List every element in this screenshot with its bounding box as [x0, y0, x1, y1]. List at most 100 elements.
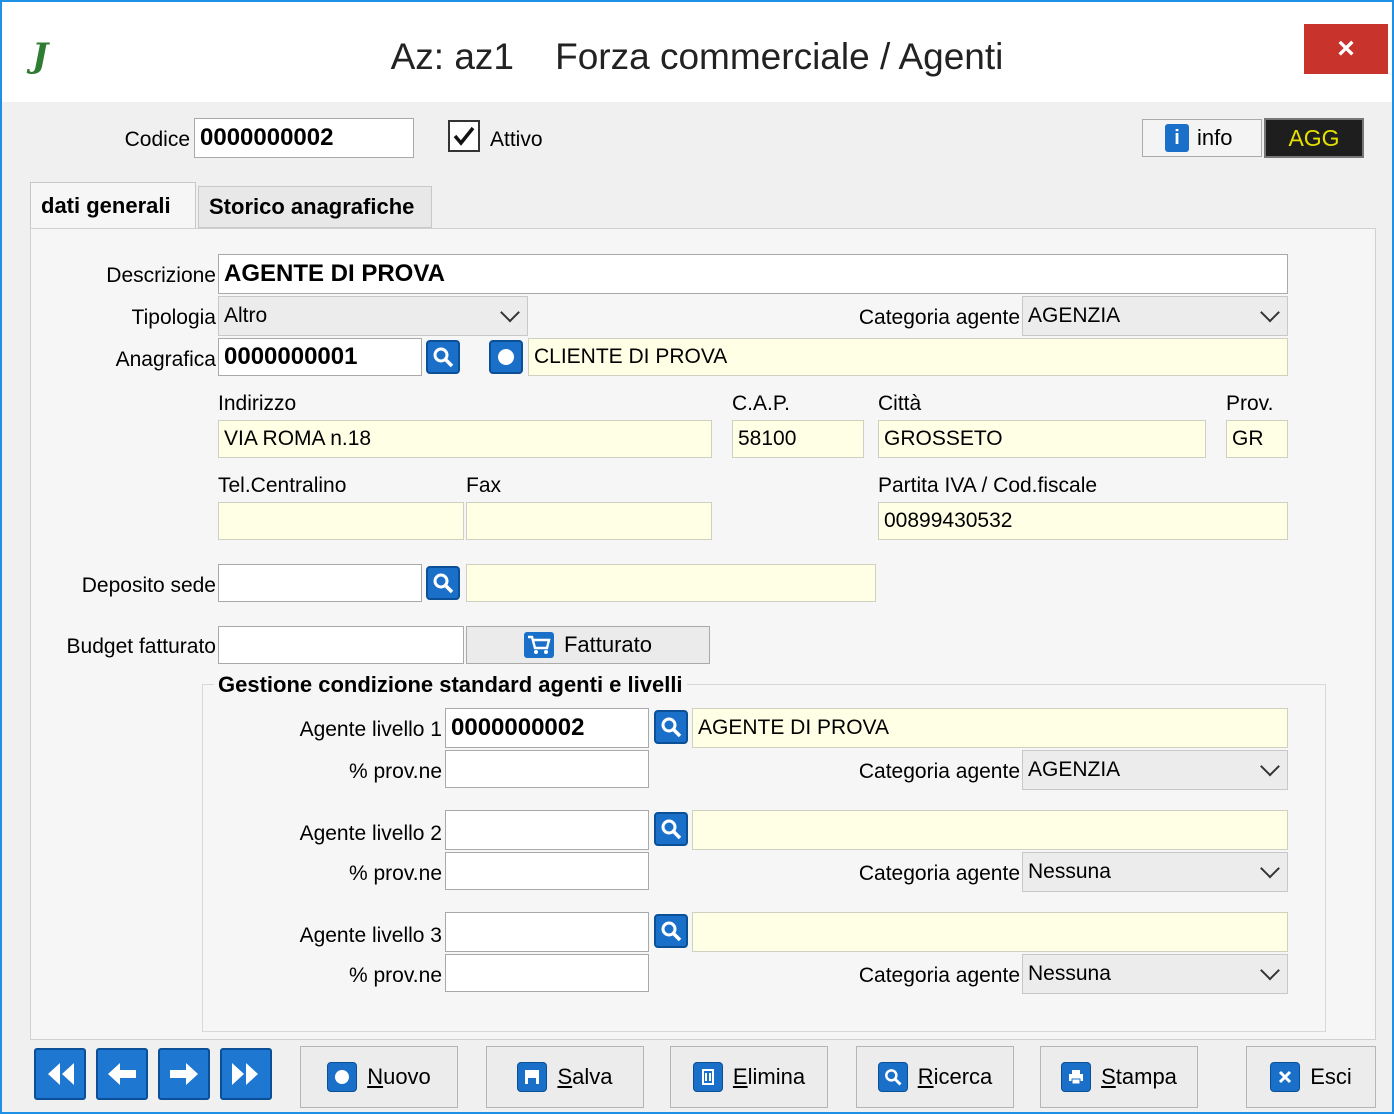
categoria-agente-1-select[interactable]: AGENZIA	[1022, 750, 1288, 790]
salva-label: alva	[572, 1064, 613, 1089]
agente-livello-1-search-button[interactable]	[654, 710, 688, 744]
stampa-button[interactable]: Stampa	[1040, 1046, 1198, 1108]
arrow-right-icon	[170, 1063, 198, 1085]
ricerca-button[interactable]: Ricerca	[856, 1046, 1014, 1108]
categoria-agente-2-label: Categoria agente	[858, 862, 1020, 885]
nuovo-button[interactable]: Nuovo	[300, 1046, 458, 1108]
attivo-label: Attivo	[490, 128, 543, 151]
prov-ne-3-label: % prov.ne	[349, 964, 442, 987]
agente-livello-2-search-button[interactable]	[654, 812, 688, 846]
arrow-left-icon	[108, 1063, 136, 1085]
nuovo-label: uovo	[383, 1064, 431, 1089]
tel-field	[218, 502, 464, 540]
categoria-agente-label: Categoria agente	[858, 306, 1020, 329]
elimina-accel: E	[732, 1064, 748, 1089]
search-icon	[877, 1062, 908, 1092]
anagrafica-description: CLIENTE DI PROVA	[528, 338, 1288, 376]
indirizzo-label: Indirizzo	[218, 392, 297, 415]
search-icon	[661, 921, 682, 942]
info-button[interactable]: i info	[1142, 119, 1262, 157]
elimina-button[interactable]: Elimina	[670, 1046, 828, 1108]
elimina-label: limina	[747, 1064, 806, 1089]
chevron-down-icon	[1260, 960, 1280, 981]
categoria-agente-1-label: Categoria agente	[858, 760, 1020, 783]
stampa-label: tampa	[1115, 1064, 1177, 1089]
esci-button[interactable]: Esci	[1246, 1046, 1376, 1108]
prov-ne-1-input[interactable]	[445, 750, 649, 788]
salva-button[interactable]: Salva	[486, 1046, 644, 1108]
search-icon	[661, 819, 682, 840]
descrizione-label: Descrizione	[106, 264, 216, 287]
budget-input[interactable]	[218, 626, 464, 664]
deposito-search-button[interactable]	[426, 566, 460, 600]
new-icon	[327, 1062, 358, 1092]
deposito-label: Deposito sede	[81, 574, 216, 597]
categoria-agente-select[interactable]: AGENZIA	[1022, 296, 1288, 336]
checkmark-icon	[453, 126, 475, 146]
categoria-agente-3-value: Nessuna	[1028, 962, 1111, 985]
anagrafica-input[interactable]: 0000000001	[218, 338, 422, 376]
app-window: J Az: az1 Forza commerciale / Agenti × C…	[0, 0, 1394, 1114]
cart-icon	[523, 632, 554, 658]
window-title: Az: az1 Forza commerciale / Agenti	[390, 36, 1004, 77]
prov-ne-2-label: % prov.ne	[349, 862, 442, 885]
search-icon	[433, 347, 454, 368]
close-button[interactable]: ×	[1304, 24, 1388, 74]
tab-storico-anagrafiche[interactable]: Storico anagrafiche	[198, 186, 432, 228]
info-icon: i	[1165, 124, 1189, 152]
agente-livello-1-label: Agente livello 1	[299, 718, 442, 741]
tab-dati-generali[interactable]: dati generali	[30, 182, 196, 229]
codice-label: Codice	[124, 128, 190, 151]
stampa-accel: S	[1101, 1064, 1116, 1089]
attivo-checkbox[interactable]	[448, 120, 480, 152]
citta-field: GROSSETO	[878, 420, 1206, 458]
save-icon	[517, 1062, 548, 1092]
previous-record-button[interactable]	[96, 1048, 148, 1100]
agente-livello-1-description: AGENTE DI PROVA	[692, 708, 1288, 748]
anagrafica-search-button[interactable]	[426, 340, 460, 374]
categoria-agente-value: AGENZIA	[1028, 304, 1121, 327]
agente-livello-2-input[interactable]	[445, 810, 649, 850]
new-record-icon	[498, 349, 514, 365]
descrizione-input[interactable]: AGENTE DI PROVA	[218, 254, 1288, 294]
cap-label: C.A.P.	[732, 392, 790, 415]
agente-livello-2-description	[692, 810, 1288, 850]
first-record-button[interactable]	[34, 1048, 86, 1100]
deposito-description	[466, 564, 876, 602]
agente-livello-1-input[interactable]: 0000000002	[445, 708, 649, 748]
anagrafica-label: Anagrafica	[115, 348, 216, 371]
next-record-button[interactable]	[158, 1048, 210, 1100]
categoria-agente-2-select[interactable]: Nessuna	[1022, 852, 1288, 892]
chevron-down-icon	[1260, 858, 1280, 879]
agente-livello-2-label: Agente livello 2	[299, 822, 442, 845]
chevron-down-icon	[500, 302, 520, 323]
tipologia-select[interactable]: Altro	[218, 296, 528, 336]
esci-label: Esci	[1310, 1064, 1352, 1089]
categoria-agente-2-value: Nessuna	[1028, 860, 1111, 883]
fatturato-button[interactable]: Fatturato	[466, 626, 710, 664]
ricerca-label: icerca	[933, 1064, 993, 1089]
title-bar: J Az: az1 Forza commerciale / Agenti ×	[2, 2, 1392, 102]
categoria-agente-1-value: AGENZIA	[1028, 758, 1121, 781]
agente-livello-3-search-button[interactable]	[654, 914, 688, 948]
piva-field: 00899430532	[878, 502, 1288, 540]
prov-ne-3-input[interactable]	[445, 954, 649, 992]
piva-label: Partita IVA / Cod.fiscale	[878, 474, 1098, 497]
categoria-agente-3-label: Categoria agente	[858, 964, 1020, 987]
deposito-input[interactable]	[218, 564, 422, 602]
agente-livello-3-input[interactable]	[445, 912, 649, 952]
info-button-label: info	[1197, 125, 1233, 150]
salva-accel: S	[557, 1064, 573, 1089]
tipologia-value: Altro	[224, 304, 268, 327]
search-icon	[661, 717, 682, 738]
last-record-button[interactable]	[220, 1048, 272, 1100]
codice-input[interactable]: 0000000002	[194, 118, 414, 158]
agente-livello-3-label: Agente livello 3	[299, 924, 442, 947]
delete-icon	[692, 1062, 723, 1092]
categoria-agente-3-select[interactable]: Nessuna	[1022, 954, 1288, 994]
indirizzo-field: VIA ROMA n.18	[218, 420, 712, 458]
double-arrow-right-icon	[232, 1063, 258, 1085]
anagrafica-new-button[interactable]	[489, 340, 523, 374]
prov-ne-2-input[interactable]	[445, 852, 649, 890]
citta-label: Città	[878, 392, 922, 415]
